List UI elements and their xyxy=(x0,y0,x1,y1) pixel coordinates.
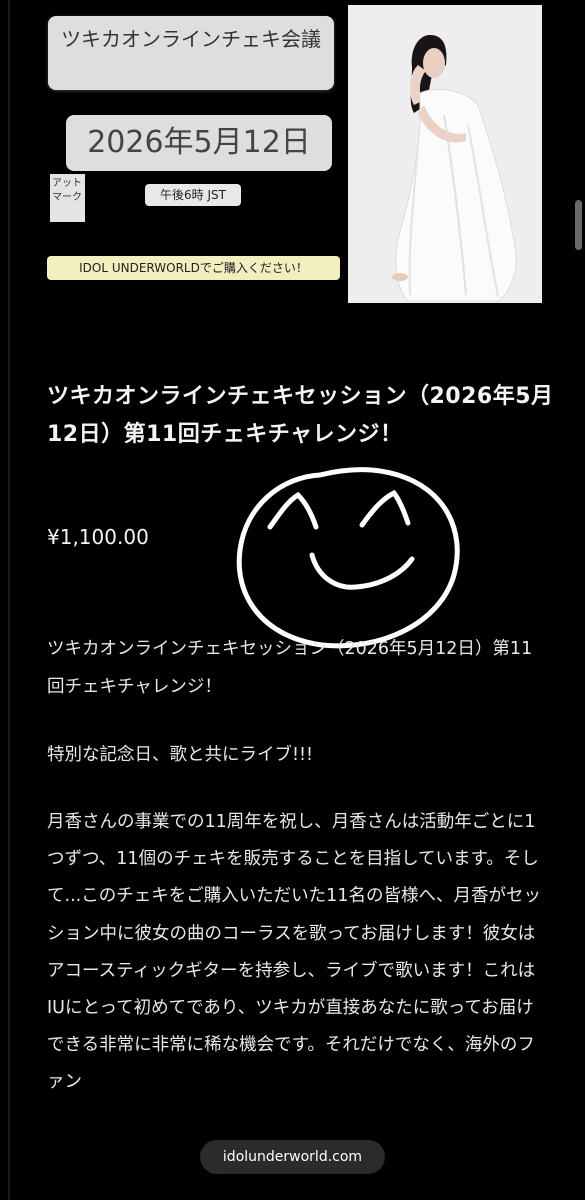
scrollbar-thumb[interactable] xyxy=(575,200,582,250)
banner-buy-notice: IDOL UNDERWORLDでご購入ください！ xyxy=(47,256,340,280)
description-paragraph-2: 特別な記念日、歌と共にライブ!!! xyxy=(47,745,314,765)
idol-photo-figure xyxy=(348,5,542,303)
product-banner-image: ツキカオンラインチェキ会議 2026年5月12日 アットマーク 午後6時 JST… xyxy=(38,0,543,305)
page-edge-line xyxy=(8,0,10,1200)
banner-time: 午後6時 JST xyxy=(145,184,241,206)
description-paragraph-1: ツキカオンラインチェキセッション（2026年5月12日）第11回チェキチャレンジ… xyxy=(47,639,533,697)
product-title: ツキカオンラインチェキセッション（2026年5月12日）第11回チェキチャレンジ… xyxy=(47,384,554,447)
smiley-drawing-icon xyxy=(236,467,460,649)
banner-date: 2026年5月12日 xyxy=(66,115,332,171)
browser-url-bar[interactable]: idolunderworld.com xyxy=(200,1140,385,1174)
idol-photo xyxy=(348,5,542,303)
banner-title: ツキカオンラインチェキ会議 xyxy=(48,16,334,90)
banner-at-mark: アットマーク xyxy=(50,174,85,222)
description-paragraph-3: 月香さんの事業での11周年を祝し、月香さんは活動年ごとに1つずつ、11個のチェキ… xyxy=(47,812,541,1093)
product-description: ツキカオンラインチェキセッション（2026年5月12日）第11回チェキチャレンジ… xyxy=(47,630,547,1132)
product-price: ¥1,100.00 xyxy=(47,525,149,549)
